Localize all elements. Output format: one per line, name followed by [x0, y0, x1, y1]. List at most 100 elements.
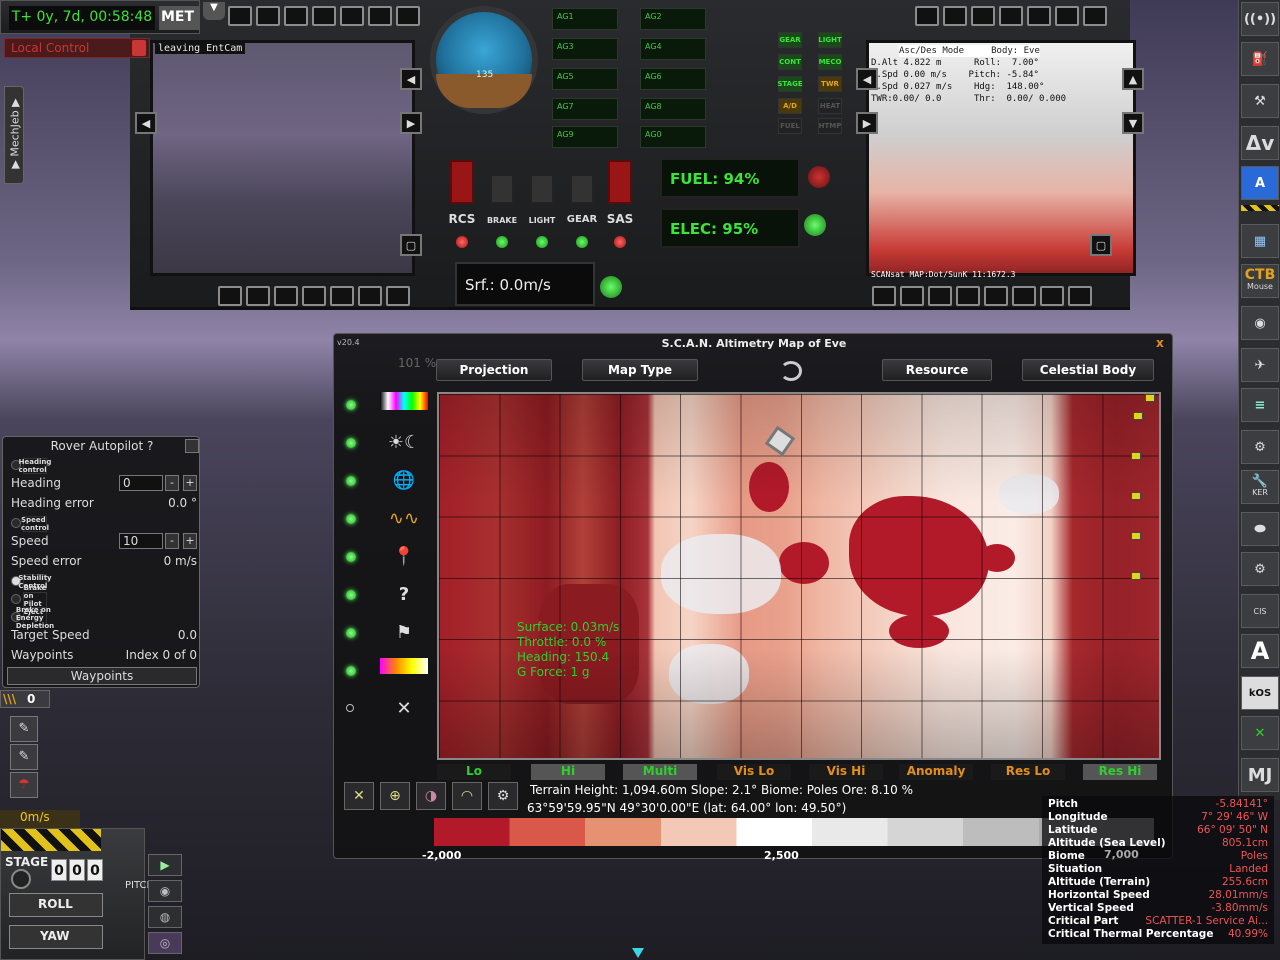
- close-button[interactable]: x: [1156, 336, 1164, 350]
- close-button[interactable]: [185, 439, 199, 453]
- met-label-button[interactable]: MET: [159, 6, 199, 30]
- sas-toggle[interactable]: SAS: [604, 152, 636, 252]
- speed-control-toggle[interactable]: Speed control: [7, 515, 199, 533]
- atmosphere-icon[interactable]: A: [1241, 634, 1279, 668]
- waypoint-toggle[interactable]: 📍: [342, 542, 432, 572]
- ag6-button[interactable]: AG6: [640, 68, 706, 90]
- legend-toggle[interactable]: [342, 656, 432, 686]
- flag-marker[interactable]: [1131, 532, 1141, 540]
- engine-icon[interactable]: ▶: [148, 854, 182, 876]
- speed-plus-button[interactable]: +: [183, 533, 197, 549]
- heading-input[interactable]: 0: [119, 475, 163, 491]
- terminator-toggle[interactable]: ☀☾: [342, 428, 432, 458]
- flag-marker[interactable]: [1131, 452, 1141, 460]
- tab-vis-lo[interactable]: Vis Lo: [717, 764, 791, 780]
- mfd-right-down-button[interactable]: ▼: [1122, 112, 1144, 134]
- mfd-left-down-button[interactable]: ▶: [400, 112, 422, 134]
- delta-v-icon[interactable]: Δv: [1241, 126, 1279, 160]
- tab-multi[interactable]: Multi: [623, 764, 697, 780]
- altimetry-map[interactable]: [437, 392, 1161, 760]
- target-icon[interactable]: ✕: [1241, 716, 1279, 750]
- target-icon[interactable]: ✕: [344, 782, 374, 810]
- ag4-button[interactable]: AG4: [640, 38, 706, 60]
- zoom-map-icon[interactable]: ⊕: [380, 782, 410, 810]
- heading-minus-button[interactable]: -: [165, 475, 179, 491]
- stage-button[interactable]: [11, 869, 31, 889]
- map-type-button[interactable]: Map Type: [582, 359, 698, 381]
- chevron-down-icon[interactable]: ▼: [203, 2, 225, 20]
- tools-icon[interactable]: ⚒: [1241, 84, 1279, 118]
- calculator-icon[interactable]: [132, 40, 146, 56]
- mfd-right-home-button[interactable]: ▢: [1090, 234, 1112, 256]
- flag-marker[interactable]: [1145, 394, 1155, 402]
- tab-vis-hi[interactable]: Vis Hi: [809, 764, 883, 780]
- mfd-right-up-button[interactable]: ▲: [1122, 68, 1144, 90]
- pin-icon[interactable]: ✎: [10, 716, 38, 742]
- mouse-control-icon[interactable]: ◉: [1241, 306, 1279, 340]
- settings-gear-icon[interactable]: ⚙: [488, 782, 518, 810]
- ag1-button[interactable]: AG1: [552, 8, 618, 30]
- flag-marker[interactable]: [1131, 492, 1141, 500]
- grid-toggle[interactable]: 🌐: [342, 466, 432, 496]
- tab-anomaly[interactable]: Anomaly: [899, 764, 973, 780]
- navball-toggle-arrow[interactable]: [632, 948, 644, 958]
- tab-hi[interactable]: Hi: [531, 764, 605, 780]
- color-toggle[interactable]: [342, 390, 432, 420]
- wrench-icon[interactable]: 🔧 KER: [1241, 470, 1279, 504]
- helicopter-icon[interactable]: ✈: [1241, 348, 1279, 382]
- celestial-body-button[interactable]: Celestial Body: [1022, 359, 1154, 381]
- heading-plus-button[interactable]: +: [183, 475, 197, 491]
- ag0-button[interactable]: AG0: [640, 126, 706, 148]
- ag9-button[interactable]: AG9: [552, 126, 618, 148]
- brake-energy-toggle[interactable]: Brake on Energy Depletion: [7, 606, 199, 630]
- speed-minus-button[interactable]: -: [165, 533, 179, 549]
- gear-icon[interactable]: ⚙: [1241, 552, 1279, 586]
- rover-icon[interactable]: ⚙: [1241, 430, 1279, 464]
- globe-icon[interactable]: ◍: [148, 906, 182, 928]
- time-warp-indicator[interactable]: \\\ 0: [0, 690, 50, 708]
- resource-button[interactable]: Resource: [882, 359, 992, 381]
- gauge-icon[interactable]: ◠: [452, 782, 482, 810]
- anomaly-toggle[interactable]: ?: [342, 580, 432, 610]
- refresh-icon[interactable]: [780, 361, 802, 381]
- parachute-icon[interactable]: ☂: [10, 772, 38, 798]
- ag2-button[interactable]: AG2: [640, 8, 706, 30]
- blimp-icon[interactable]: ⬬: [1241, 512, 1279, 546]
- view-icon[interactable]: ◉: [148, 880, 182, 902]
- orbit-icon[interactable]: ◎: [148, 932, 182, 954]
- kac-icon[interactable]: A: [1241, 166, 1279, 200]
- mechjeb-button[interactable]: MJ: [1241, 758, 1279, 792]
- flag-marker[interactable]: [1133, 412, 1143, 420]
- waypoints-button[interactable]: Waypoints: [7, 667, 197, 685]
- orbit-toggle[interactable]: ∿∿: [342, 504, 432, 534]
- kos-button[interactable]: kOS: [1241, 676, 1279, 710]
- projection-button[interactable]: Projection: [436, 359, 552, 381]
- tab-res-lo[interactable]: Res Lo: [991, 764, 1065, 780]
- mechjeb-tab[interactable]: ▶ MechJeb ▶: [4, 86, 24, 184]
- mfd-left-arrow-button[interactable]: ◀: [135, 112, 157, 134]
- ag7-button[interactable]: AG7: [552, 98, 618, 120]
- mfd-right-right-button[interactable]: ▶: [856, 112, 878, 134]
- pin-alt-icon[interactable]: ✎: [10, 744, 38, 770]
- brake-toggle[interactable]: BRAKE: [486, 152, 518, 252]
- ag8-button[interactable]: AG8: [640, 98, 706, 120]
- fuel-icon[interactable]: ⛽: [1241, 42, 1279, 76]
- ctb-button[interactable]: CTB Mouse: [1241, 264, 1279, 298]
- mfd-left-home-button[interactable]: ▢: [400, 234, 422, 256]
- flag-marker[interactable]: [1131, 572, 1141, 580]
- antenna-icon[interactable]: ((•)): [1241, 2, 1279, 36]
- ag5-button[interactable]: AG5: [552, 68, 618, 90]
- speed-input[interactable]: 10: [119, 533, 163, 549]
- flag-toggle[interactable]: ⚑: [342, 618, 432, 648]
- light-toggle[interactable]: LIGHT: [526, 152, 558, 252]
- resource-overlay-icon[interactable]: ◑: [416, 782, 446, 810]
- gear-toggle[interactable]: GEAR: [566, 152, 598, 252]
- ag3-button[interactable]: AG3: [552, 38, 618, 60]
- rcs-toggle[interactable]: RCS: [446, 152, 478, 252]
- cross-toggle[interactable]: ✕: [342, 694, 432, 724]
- list-icon[interactable]: ≡: [1241, 388, 1279, 422]
- tab-res-hi[interactable]: Res Hi: [1083, 764, 1157, 780]
- heading-control-toggle[interactable]: Heading control: [7, 457, 199, 475]
- scanner-icon[interactable]: ▦: [1241, 224, 1279, 258]
- tab-lo[interactable]: Lo: [437, 764, 511, 780]
